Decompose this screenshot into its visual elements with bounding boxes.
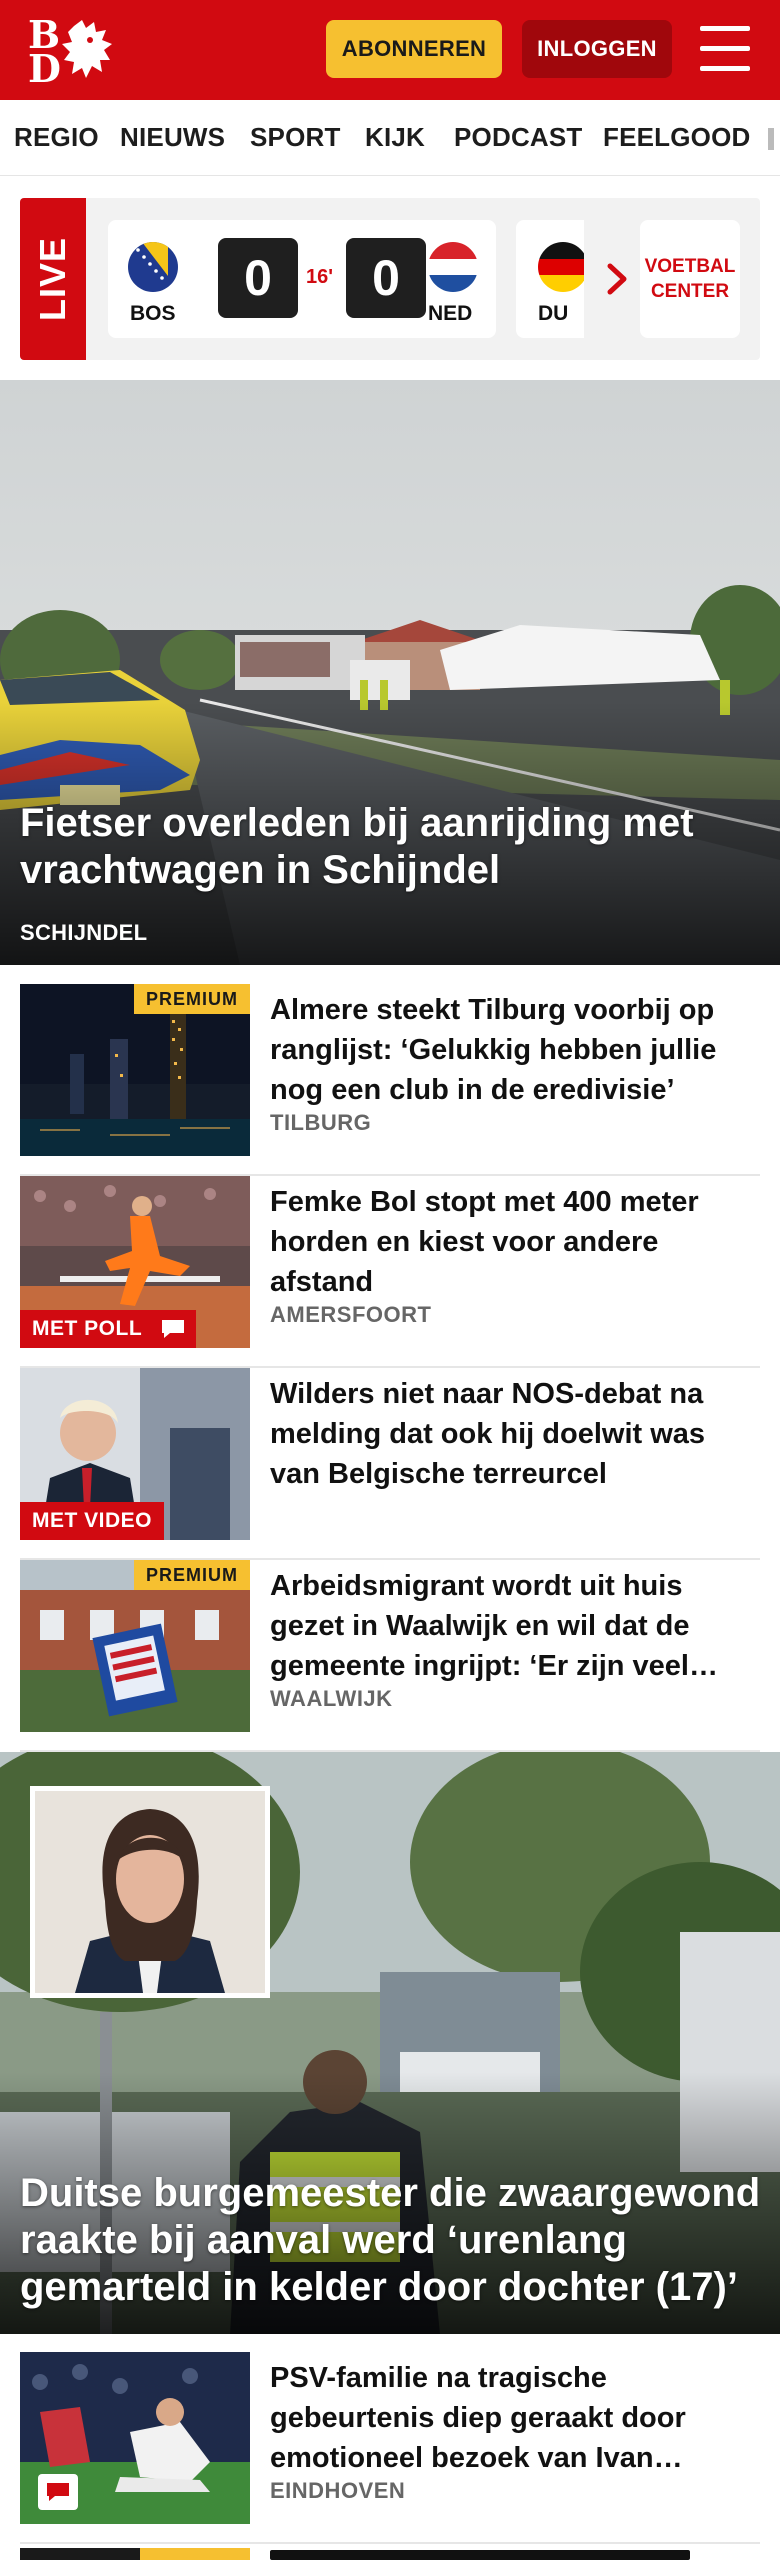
nav-item-kijk[interactable]: KIJK xyxy=(365,122,425,153)
feature-article[interactable]: Duitse burgemeester die zwaargewond raak… xyxy=(0,1752,780,2334)
article-location: TILBURG xyxy=(270,1110,372,1135)
bd-logo[interactable]: B D xyxy=(24,14,116,88)
match-minute: 16' xyxy=(306,266,334,288)
article-title: Arbeidsmigrant wordt uit huis gezet in W… xyxy=(270,1570,718,1682)
germany-flag-icon xyxy=(538,242,584,292)
hamburger-menu-icon[interactable] xyxy=(700,26,752,72)
hero-location: SCHIJNDEL xyxy=(20,920,148,945)
article-location: WAALWIJK xyxy=(270,1686,393,1711)
comment-icon xyxy=(150,1310,196,1348)
home-team-code: BOS xyxy=(130,302,176,325)
next-article-title-partial xyxy=(270,2546,700,2560)
next-article-thumbnail-partial xyxy=(20,2548,250,2560)
premium-badge: PREMIUM xyxy=(134,1560,250,1590)
article-list-item[interactable]: PREMIUM Arbeidsmigrant wordt uit huis ge… xyxy=(20,1560,760,1752)
next-team-code: DU xyxy=(538,302,569,325)
nav-item-nieuws[interactable]: NIEUWS xyxy=(120,122,225,153)
netherlands-flag-icon xyxy=(428,242,478,292)
article-thumbnail: MET VIDEO xyxy=(20,1368,250,1540)
next-match-card[interactable]: DU xyxy=(516,220,584,338)
article-title: Almere steekt Tilburg voorbij op ranglij… xyxy=(270,994,717,1106)
nav-overflow-hint xyxy=(768,128,774,150)
hero-title: Fietser overleden bij aanrijding met vra… xyxy=(20,801,694,892)
away-team-code: NED xyxy=(428,302,473,325)
article-location: AMERSFOORT xyxy=(270,1302,432,1327)
lion-icon xyxy=(62,20,112,78)
article-title: PSV-familie na tragische gebeurtenis die… xyxy=(270,2362,686,2474)
article-list-item[interactable]: MET VIDEO Wilders niet naar NOS-debat na… xyxy=(20,1368,760,1560)
site-header: B D ABONNEREN INLOGGEN xyxy=(0,0,780,100)
article-title: Wilders niet naar NOS-debat na melding d… xyxy=(270,1378,706,1490)
hero-article[interactable]: Fietser overleden bij aanrijding met vra… xyxy=(0,380,780,965)
article-list-item[interactable]: PSV-familie na tragische gebeurtenis die… xyxy=(20,2352,760,2544)
article-thumbnail: PREMIUM xyxy=(20,1560,250,1732)
feature-inset-photo xyxy=(30,1786,270,1998)
article-thumbnail: PREMIUM xyxy=(20,984,250,1156)
feature-title: Duitse burgemeester die zwaargewond raak… xyxy=(20,2171,761,2309)
away-score: 0 xyxy=(346,238,426,318)
subscribe-button[interactable]: ABONNEREN xyxy=(326,20,502,78)
live-match-card[interactable]: BOS 0 16' 0 NED xyxy=(108,220,496,338)
voetbal-center-link[interactable]: VOETBAL CENTER xyxy=(640,220,740,338)
bosnia-flag-icon xyxy=(128,242,178,292)
login-button[interactable]: INLOGGEN xyxy=(522,20,672,78)
article-location: EINDHOVEN xyxy=(270,2478,406,2503)
comment-icon xyxy=(38,2474,78,2510)
article-title: Femke Bol stopt met 400 meter horden en … xyxy=(270,1186,699,1298)
video-badge: MET VIDEO xyxy=(20,1502,165,1540)
nav-item-feelgood[interactable]: FEELGOOD xyxy=(603,122,751,153)
poll-badge: MET POLL xyxy=(20,1310,155,1348)
section-nav: REGIO NIEUWS SPORT KIJK PODCAST FEELGOOD xyxy=(0,100,780,176)
article-list-item[interactable]: PREMIUM Almere steekt Tilburg voorbij op… xyxy=(20,984,760,1176)
article-list-item[interactable]: MET POLL Femke Bol stopt met 400 meter h… xyxy=(20,1176,760,1368)
home-score: 0 xyxy=(218,238,298,318)
premium-badge: PREMIUM xyxy=(134,984,250,1014)
live-label: LIVE xyxy=(20,198,86,360)
nav-item-sport[interactable]: SPORT xyxy=(250,122,341,153)
live-score-strip: LIVE BOS 0 16' 0 NED DU VOETBAL CENTER xyxy=(20,198,760,360)
nav-item-podcast[interactable]: PODCAST xyxy=(454,122,583,153)
article-thumbnail: MET POLL xyxy=(20,1176,250,1348)
article-thumbnail xyxy=(20,2352,250,2524)
nav-item-regio[interactable]: REGIO xyxy=(14,122,99,153)
